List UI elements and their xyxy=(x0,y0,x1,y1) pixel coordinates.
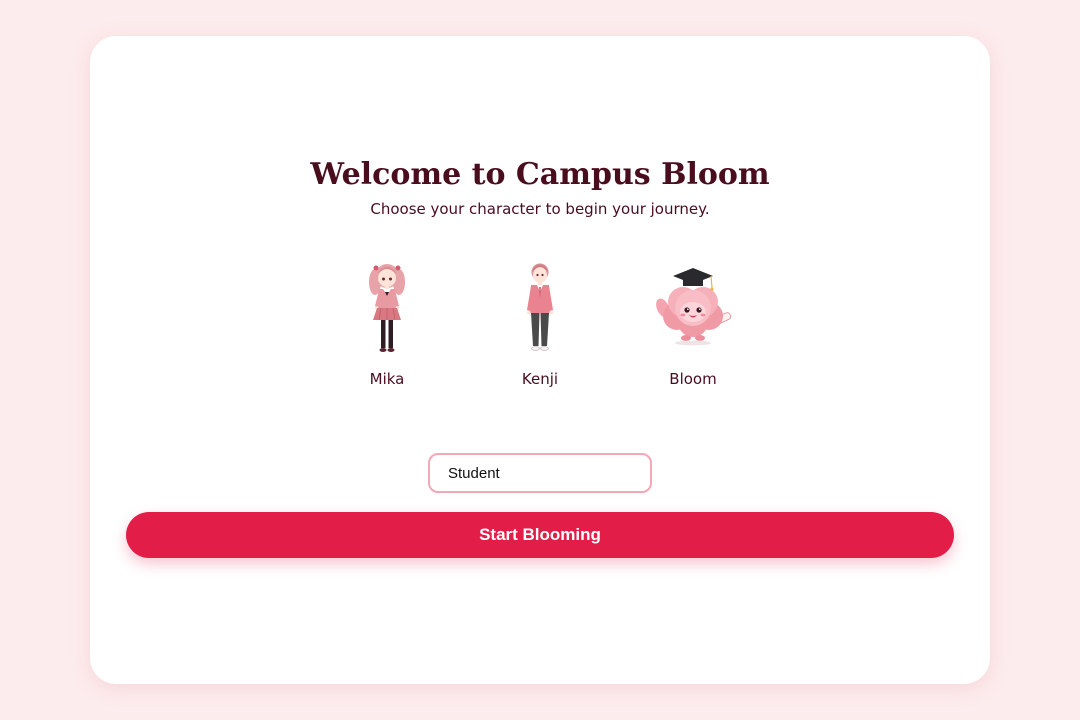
character-option-kenji[interactable]: Kenji xyxy=(480,258,600,398)
character-name-kenji: Kenji xyxy=(521,370,559,388)
start-blooming-button[interactable]: Start Blooming xyxy=(126,512,954,558)
character-name-bloom: Bloom xyxy=(669,370,717,388)
flower-mascot-graduation-icon xyxy=(656,268,732,346)
character-option-mika[interactable]: Mika xyxy=(327,258,447,398)
girl-student-icon xyxy=(369,264,405,352)
student-name-input[interactable] xyxy=(428,453,652,493)
boy-student-icon xyxy=(527,263,553,351)
page-title: Welcome to Campus Bloom xyxy=(310,157,770,192)
page-subtitle: Choose your character to begin your jour… xyxy=(370,200,710,218)
character-option-bloom[interactable]: Bloom xyxy=(633,258,753,398)
character-name-mika: Mika xyxy=(369,370,405,388)
